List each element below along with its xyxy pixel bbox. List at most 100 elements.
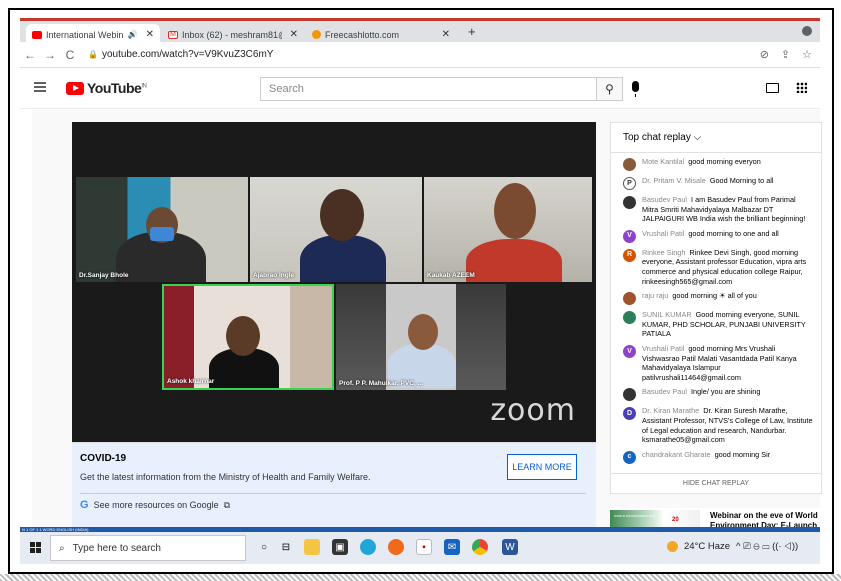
menu-icon[interactable] [34, 82, 46, 92]
apps-grid-icon[interactable] [796, 82, 807, 93]
external-link-icon: ⧉ [223, 499, 231, 510]
search-icon: ⚲ [605, 82, 614, 96]
chat-author[interactable]: chandrakant Gharate [642, 450, 711, 459]
chat-message-body: SUNIL KUMAR Good morning everyone, SUNIL … [642, 310, 813, 339]
reload-icon[interactable]: C [60, 48, 80, 62]
create-video-icon[interactable] [766, 83, 779, 93]
chevron-down-icon: ⌵ [693, 132, 702, 143]
chat-message: R Rinkee Singh Rinkee Devi Singh, good mor… [611, 246, 821, 289]
user-avatar[interactable]: R [623, 248, 636, 262]
chat-author[interactable]: Dr. Pritam V. Misale [642, 176, 706, 185]
youtube-logo[interactable]: YouTubeIN [66, 80, 147, 96]
chat-text: Ingle/ you are shining [691, 387, 761, 397]
chat-author[interactable]: Dr. Kiran Marathe [642, 406, 699, 415]
tray-icons[interactable]: ^ ⎚ ⊖ ▭ ((· ◁)) [736, 541, 798, 552]
video-player[interactable]: Dr.Sanjay Bhole Ajabrao Ingle Kaukab AZE… [72, 122, 596, 442]
edge-icon[interactable] [360, 539, 376, 555]
address-bar: ← → C 🔒 youtube.com/watch?v=V9KvuZ3C6mY … [20, 42, 820, 68]
chat-message: Mote Kantilal good morning everyon [611, 155, 821, 174]
participant-name: Dr.Sanjay Bhole [79, 272, 129, 279]
user-avatar[interactable]: V [623, 344, 636, 358]
zoom-watermark: zoom [490, 393, 576, 428]
user-avatar[interactable]: D [623, 407, 636, 421]
taskbar-search-input[interactable]: ⌕ Type here to search [50, 535, 246, 561]
thumbnail-year: 20 [672, 517, 679, 523]
chat-message-body: Dr. Kiran Marathe Dr. Kiran Suresh Marath… [642, 406, 813, 444]
user-avatar[interactable]: c [623, 450, 636, 464]
file-explorer-icon[interactable] [304, 539, 320, 555]
chat-message: SUNIL KUMAR Good morning everyone, SUNIL … [611, 308, 821, 342]
participant-head [494, 183, 536, 239]
close-icon[interactable]: ✕ [442, 29, 450, 40]
bookmark-star-icon[interactable]: ☆ [802, 48, 812, 61]
chat-author[interactable]: SUNIL KUMAR [642, 310, 692, 319]
participant-head [226, 316, 260, 356]
chat-message: Basudev Paul I am Basudev Paul from Parim… [611, 193, 821, 227]
windows-taskbar: ⌕ Type here to search ○ ⊟ ▣ ▪ ✉ W 24°C H… [20, 532, 820, 564]
microphone-icon[interactable] [632, 81, 639, 97]
user-avatar[interactable] [623, 196, 636, 209]
new-tab-button[interactable]: + [468, 24, 476, 39]
chat-message-body: Mote Kantilal good morning everyon [642, 157, 761, 171]
divider [80, 493, 586, 494]
close-icon[interactable]: ✕ [146, 29, 154, 40]
tab-search-icon[interactable] [802, 26, 812, 36]
url-field[interactable]: 🔒 youtube.com/watch?v=V9KvuZ3C6mY [88, 49, 273, 60]
chat-author[interactable]: Rinkee Singh [642, 248, 685, 257]
user-avatar[interactable]: V [623, 229, 636, 243]
chat-message: c chandrakant Gharate good morning Sir [611, 448, 821, 467]
google-resources-link[interactable]: G See more resources on Google ⧉ [80, 499, 230, 511]
cortana-icon[interactable]: ○ [256, 539, 272, 555]
weather-sun-icon [667, 541, 678, 552]
store-icon[interactable]: ▣ [332, 539, 348, 555]
learn-more-button[interactable]: LEARN MORE [507, 454, 577, 480]
chat-text: good morning to one and all [688, 228, 779, 238]
user-avatar[interactable]: P [623, 177, 636, 190]
freecashlotto-icon [312, 30, 321, 39]
user-avatar[interactable] [623, 388, 636, 402]
mail-icon[interactable]: ✉ [444, 539, 460, 555]
participant-figure [466, 239, 562, 282]
chat-header-label: Top chat replay [623, 132, 691, 143]
anydesk-icon[interactable]: ▪ [416, 539, 432, 555]
forward-icon[interactable]: → [40, 48, 60, 62]
speaker-icon: 🔊 [127, 30, 138, 39]
hide-chat-replay-button[interactable]: HIDE CHAT REPLAY [611, 473, 821, 493]
chat-header[interactable]: Top chat replay ⌵ [611, 123, 821, 153]
tab-label: Inbox (62) - meshram81@gmail.c [182, 29, 282, 40]
chat-replay-panel: Top chat replay ⌵ Mote Kantilal good morn… [610, 122, 822, 494]
user-avatar[interactable] [623, 311, 636, 325]
browser-tab-strip: International Webinar on Ch 🔊 ✕ M Inbox … [20, 18, 820, 45]
chat-message-body: Basudev Paul Ingle/ you are shining [642, 387, 760, 401]
chat-message: Basudev Paul Ingle/ you are shining [611, 385, 821, 404]
windows-start-icon[interactable] [30, 542, 41, 553]
task-view-icon[interactable]: ⊟ [278, 539, 294, 555]
chat-author[interactable]: Basudev Paul [642, 387, 687, 396]
chat-author[interactable]: Vrushali Patil [642, 229, 684, 238]
chat-message: D Dr. Kiran Marathe Dr. Kiran Suresh Marat… [611, 404, 821, 447]
chat-author[interactable]: Basudev Paul [642, 195, 687, 204]
user-avatar[interactable] [623, 158, 636, 171]
firefox-icon[interactable] [388, 539, 404, 555]
logo-text: YouTube [87, 80, 142, 96]
install-icon[interactable]: ⇪ [781, 48, 790, 61]
covid-info-panel: COVID-19 Get the latest information from… [72, 442, 596, 528]
chat-author[interactable]: raju raju [642, 291, 668, 300]
word-icon[interactable]: W [502, 539, 518, 555]
back-icon[interactable]: ← [20, 48, 40, 62]
chrome-icon[interactable] [472, 539, 488, 555]
search-icon: ⌕ [59, 542, 65, 554]
search-button[interactable]: ⚲ [597, 77, 623, 101]
user-avatar[interactable] [623, 292, 636, 306]
no-camera-icon[interactable]: ⊘ [760, 48, 769, 61]
close-icon[interactable]: ✕ [290, 29, 298, 40]
participant-tile: Dr.Sanjay Bhole [76, 177, 248, 282]
chat-author[interactable]: Mote Kantilal [642, 157, 684, 166]
weather-text[interactable]: 24°C Haze [684, 541, 730, 552]
search-input[interactable]: Search [260, 77, 597, 101]
chat-author[interactable]: Vrushali Patil [642, 344, 684, 353]
participant-head [320, 189, 364, 241]
chat-message-body: chandrakant Gharate good morning Sir [642, 450, 770, 464]
chat-text: good morning everyon [688, 157, 761, 166]
chat-text: good morning Sir [714, 449, 771, 459]
